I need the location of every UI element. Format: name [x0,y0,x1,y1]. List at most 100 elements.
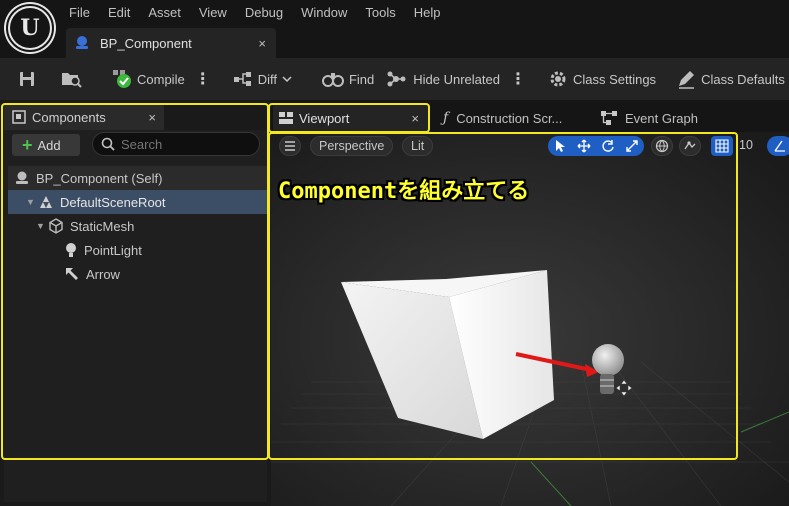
compile-options-icon[interactable]: ⋮ [191,69,215,89]
components-tab-label: Components [32,109,106,125]
menu-view[interactable]: View [190,4,236,22]
surface-snapping-button[interactable] [679,136,701,156]
viewport-tab-label: Viewport [299,110,350,126]
tree-item-self[interactable]: BP_Component (Self) [8,166,267,190]
tree-item-default-scene-root[interactable]: ▼ DefaultSceneRoot [8,190,267,214]
find-label: Find [348,71,375,87]
expand-triangle-icon[interactable]: ▼ [36,221,46,231]
tree-item-static-mesh[interactable]: ▼ StaticMesh [8,214,267,238]
viewport-toolbar: Perspective Lit 10 [271,132,789,160]
tree-item-point-light[interactable]: PointLight [8,238,267,262]
unreal-logo-icon[interactable]: U [6,4,54,52]
construction-tab-label: Construction Scr... [456,110,563,126]
rotate-tool-button[interactable] [596,136,620,156]
chevron-down-icon [282,76,292,83]
components-tab-close-icon[interactable]: × [148,110,156,125]
perspective-button[interactable]: Perspective [310,136,394,156]
save-icon [20,72,34,86]
grid-snap-button[interactable] [711,136,733,156]
component-search-field[interactable] [92,132,260,156]
static-mesh-icon [49,218,63,234]
plus-icon: + [22,135,33,155]
main-menu: File Edit Asset View Debug Window Tools … [60,4,450,22]
rotate-icon [602,140,614,152]
menu-bar: U File Edit Asset View Debug Window Tool… [0,0,789,60]
tree-item-label: Arrow [86,266,120,282]
component-tree: BP_Component (Self) ▼ DefaultSceneRoot ▼… [8,166,267,286]
editor-tab-bar: Viewport × ƒ Construction Scr... Event G… [271,100,789,132]
class-defaults-icon [679,71,695,89]
diff-button[interactable]: Diff [227,65,304,93]
class-defaults-label: Class Defaults [701,71,785,87]
menu-edit[interactable]: Edit [99,4,139,22]
find-binoculars-icon [321,73,344,87]
translate-tool-button[interactable] [572,136,596,156]
asset-tab-close-icon[interactable]: × [258,36,266,51]
find-button[interactable]: Find [316,65,380,93]
compile-success-icon [113,70,131,88]
function-icon: ƒ [443,110,449,126]
scene-root-icon [40,196,52,208]
expand-triangle-icon[interactable]: ▼ [26,197,36,207]
viewport-tab-close-icon[interactable]: × [411,111,419,126]
menu-asset[interactable]: Asset [139,4,190,22]
annotation-caption: Componentを組み立てる [278,179,530,204]
components-body: + Add BP_Component (Self) ▼ DefaultScene… [4,130,267,502]
hide-unrelated-options-icon[interactable]: ⋮ [506,69,530,89]
cursor-icon [556,140,565,152]
hamburger-menu-icon [285,141,295,151]
add-component-button[interactable]: + Add [12,134,80,156]
viewport-tab-icon [279,112,293,124]
rotation-snap-button[interactable] [767,136,789,156]
tab-viewport[interactable]: Viewport × [273,104,429,132]
gear-icon [550,71,566,87]
class-defaults-button[interactable]: Class Defaults [670,65,789,93]
scale-icon [626,140,638,152]
blueprint-self-icon [16,171,28,184]
tree-item-label: PointLight [84,242,142,258]
tree-item-label: BP_Component (Self) [36,170,163,186]
tab-components[interactable]: Components × [4,104,164,130]
menu-debug[interactable]: Debug [236,4,292,22]
tab-construction-script[interactable]: ƒ Construction Scr... [443,104,562,132]
tab-event-graph[interactable]: Event Graph [601,104,698,132]
lit-button[interactable]: Lit [402,136,434,156]
viewport-options-button[interactable] [279,136,301,156]
search-input[interactable] [121,136,251,152]
tree-item-label: StaticMesh [70,218,135,234]
menu-file[interactable]: File [60,4,99,22]
tree-item-arrow[interactable]: Arrow [8,262,267,286]
scale-tool-button[interactable] [620,136,644,156]
compile-button[interactable]: Compile [106,65,191,93]
menu-help[interactable]: Help [405,4,450,22]
select-tool-button[interactable] [548,136,572,156]
hide-unrelated-icon [387,71,406,87]
menu-tools[interactable]: Tools [356,4,404,22]
asset-tab-bp-component[interactable]: BP_Component × [66,28,276,58]
components-panel: Components × + Add BP_Component (Self) ▼… [0,100,271,506]
move-icon [577,139,591,153]
class-settings-button[interactable]: Class Settings [542,65,662,93]
compile-label: Compile [137,71,185,87]
transform-tools [548,136,644,156]
search-icon [101,137,115,151]
tree-item-label: DefaultSceneRoot [60,194,166,210]
point-light-icon [66,243,76,257]
browse-button[interactable] [55,65,94,93]
grid-size-value[interactable]: 10 [739,138,753,152]
hide-unrelated-label: Hide Unrelated [413,71,500,87]
blueprint-toolbar: Compile ⋮ Diff Find Hide Unrelated ⋮ Cla… [0,58,789,100]
diff-icon [233,72,251,86]
diff-label: Diff [257,71,277,87]
event-graph-icon [601,111,617,125]
event-graph-tab-label: Event Graph [625,110,698,126]
world-local-toggle[interactable] [651,136,673,156]
arrow-component-icon [66,268,78,280]
viewport[interactable]: Perspective Lit 10 Componentを組み立てる [271,132,789,506]
grid-icon [715,139,729,153]
components-tab-icon [12,110,26,124]
surface-snap-icon [684,141,696,150]
menu-window[interactable]: Window [292,4,356,22]
save-button[interactable] [12,65,47,93]
hide-unrelated-button[interactable]: Hide Unrelated [380,65,506,93]
